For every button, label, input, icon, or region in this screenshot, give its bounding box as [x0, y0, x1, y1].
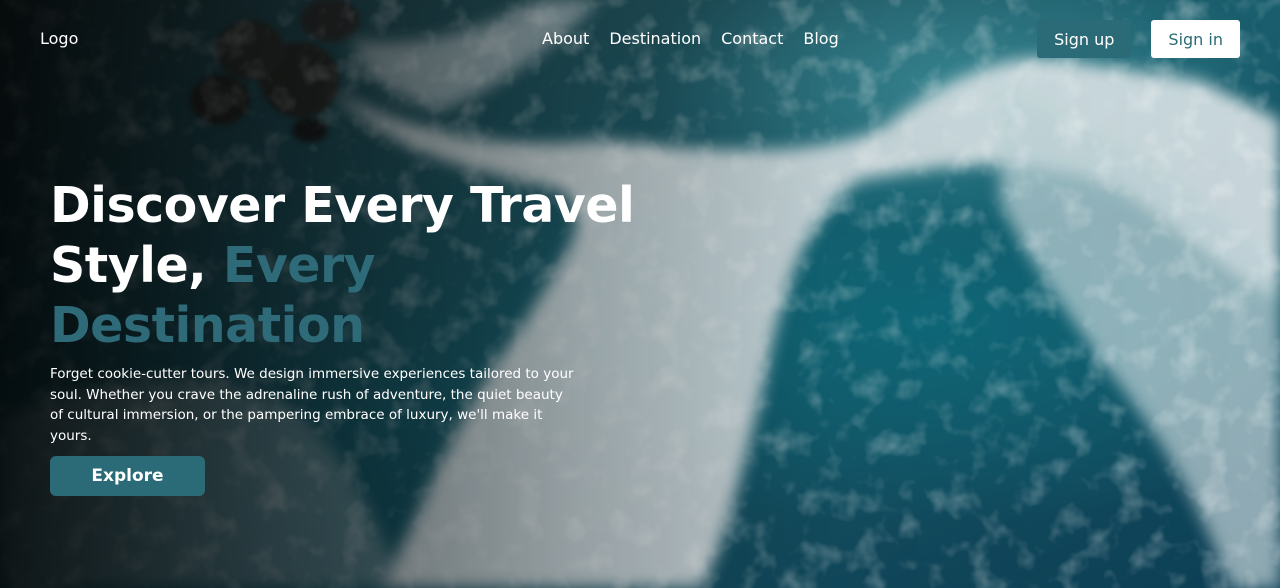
explore-button[interactable]: Explore [50, 456, 205, 496]
nav-link-destination[interactable]: Destination [609, 28, 701, 50]
nav-links: About Destination Contact Blog [542, 28, 839, 50]
signin-button[interactable]: Sign in [1151, 20, 1240, 58]
hero-headline: Discover Every Travel Style, Every Desti… [50, 176, 650, 356]
hero-content: Discover Every Travel Style, Every Desti… [50, 176, 650, 496]
signup-button[interactable]: Sign up [1037, 20, 1132, 58]
navbar: Logo About Destination Contact Blog Sign… [0, 0, 1280, 78]
logo-link[interactable]: Logo [40, 28, 78, 50]
auth-buttons: Sign up Sign in [1037, 20, 1240, 58]
headline-line-2: Style, [50, 237, 223, 294]
headline-line-1: Discover Every Travel [50, 177, 635, 234]
nav-link-blog[interactable]: Blog [803, 28, 838, 50]
hero-description: Forget cookie-cutter tours. We design im… [50, 366, 574, 444]
hero-section: Logo About Destination Contact Blog Sign… [0, 0, 1280, 588]
nav-link-contact[interactable]: Contact [721, 28, 783, 50]
nav-link-about[interactable]: About [542, 28, 589, 50]
